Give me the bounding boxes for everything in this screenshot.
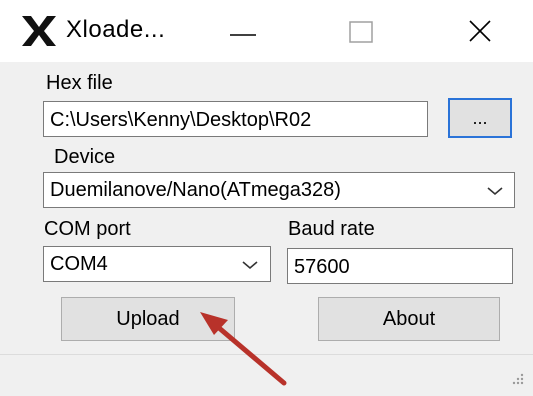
status-bar: [0, 354, 533, 396]
maximize-icon: [349, 21, 373, 43]
chevron-down-icon: [242, 261, 258, 270]
maximize-button[interactable]: [326, 0, 396, 62]
title-bar[interactable]: Xloade...: [0, 0, 533, 62]
device-select[interactable]: Duemilanove/Nano(ATmega328): [43, 172, 515, 208]
chevron-down-icon: [487, 187, 503, 196]
x-logo-icon: [22, 16, 56, 46]
com-port-label: COM port: [44, 218, 131, 240]
hex-file-input[interactable]: C:\Users\Kenny\Desktop\R02: [43, 101, 428, 137]
baud-rate-input[interactable]: 57600: [287, 248, 513, 284]
hex-file-label: Hex file: [46, 72, 113, 94]
window-title: Xloade...: [66, 16, 166, 43]
com-port-select[interactable]: COM4: [43, 246, 271, 282]
com-port-selected-value: COM4: [50, 253, 108, 275]
minimize-button[interactable]: [208, 0, 278, 62]
upload-button[interactable]: Upload: [61, 297, 235, 341]
browse-button[interactable]: ...: [448, 98, 512, 138]
resize-grip-icon[interactable]: [509, 372, 525, 388]
baud-rate-label: Baud rate: [288, 218, 375, 240]
close-button[interactable]: [445, 0, 515, 62]
device-label: Device: [54, 146, 116, 168]
xloader-window: Xloade... Hex file C:\Users\Kenny\Deskto…: [0, 0, 533, 396]
minimize-icon: [230, 34, 256, 36]
about-button[interactable]: About: [318, 297, 500, 341]
device-selected-value: Duemilanove/Nano(ATmega328): [50, 179, 341, 201]
close-icon: [469, 20, 491, 42]
